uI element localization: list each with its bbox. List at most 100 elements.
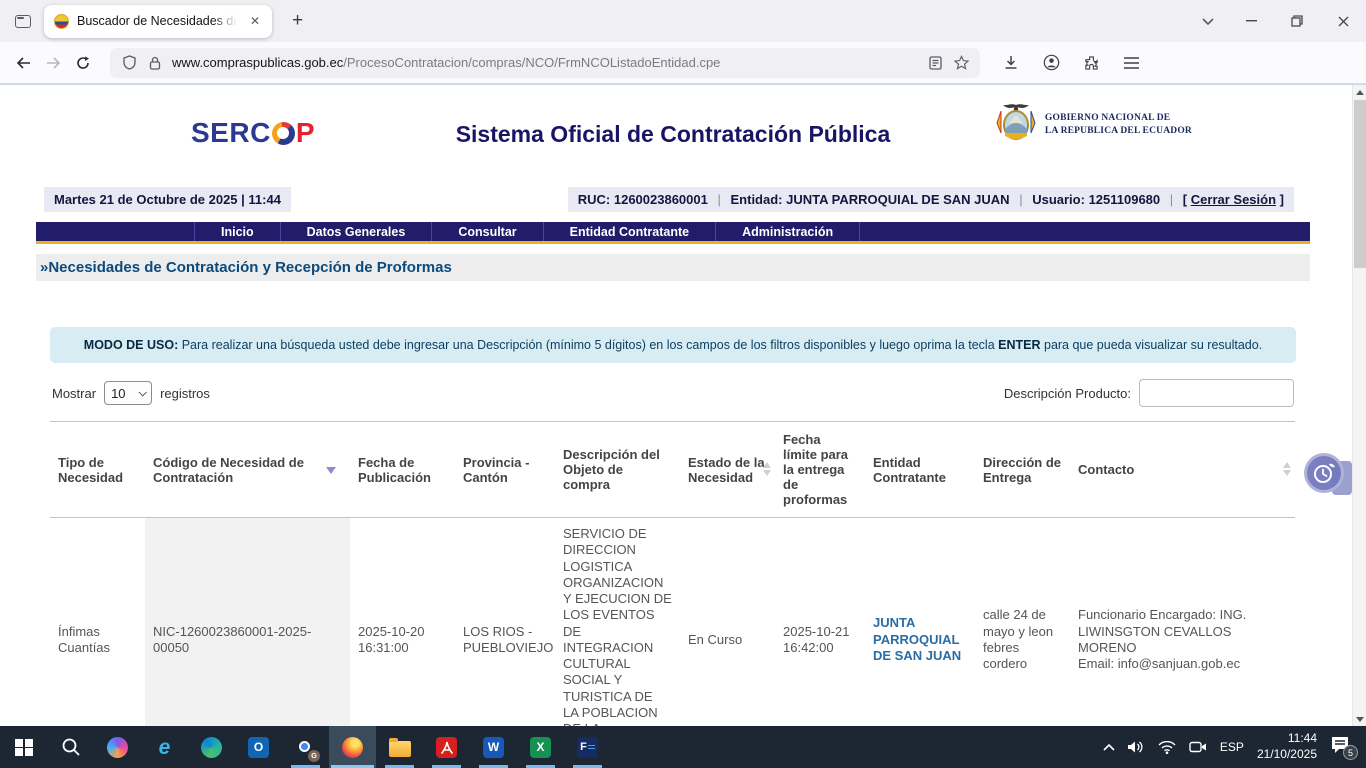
file-explorer-button[interactable] [376,726,423,768]
table-header-row: Tipo de Necesidad Código de Necesidad de… [50,421,1295,518]
copilot-button[interactable] [94,726,141,768]
search-button[interactable] [47,726,94,768]
firefox-view-icon[interactable] [8,6,38,36]
col-fecha-publicacion[interactable]: Fecha de Publicación [350,421,455,518]
notification-center-button[interactable]: 5 [1330,736,1358,760]
ruc-label: RUC: [577,192,611,207]
site-favicon [54,13,69,29]
notification-badge: 5 [1343,745,1358,760]
entity-link[interactable]: JUNTA PARROQUIAL DE SAN JUAN [873,615,961,663]
session-info-badge: RUC: 1260023860001 | Entidad: JUNTA PARR… [567,187,1294,212]
datetime-badge: Martes 21 de Octubre de 2025 | 11:44 [44,187,291,212]
sort-icon [1283,461,1291,476]
minimize-button[interactable] [1228,0,1274,42]
meet-now-icon[interactable] [1189,740,1207,754]
col-provincia-canton[interactable]: Provincia - Cantón [455,421,555,518]
back-button[interactable] [8,48,38,78]
url-text: www.compraspublicas.gob.ec/ProcesoContra… [172,55,922,70]
usuario-value: 1251109680 [1088,192,1161,207]
scroll-up-arrow[interactable] [1353,85,1366,99]
col-entidad-contratante[interactable]: Entidad Contratante [865,421,975,518]
chrome-profile-badge: G [308,749,320,762]
chevron-down-icon [138,388,148,397]
col-tipo-necesidad[interactable]: Tipo de Necesidad [50,421,145,518]
search-icon [62,738,80,756]
session-row: Martes 21 de Octubre de 2025 | 11:44 RUC… [44,187,1310,212]
col-codigo[interactable]: Código de Necesidad de Contratación [145,421,350,518]
firefox-button[interactable] [329,726,376,768]
new-tab-button[interactable]: + [284,10,311,32]
bookmark-star-icon[interactable] [948,55,974,70]
close-button[interactable] [1320,0,1366,42]
tray-clock[interactable]: 11:44 21/10/2025 [1257,731,1317,762]
wifi-icon[interactable] [1158,740,1176,754]
start-button[interactable] [0,726,47,768]
menu-item-entidad-contratante[interactable]: Entidad Contratante [544,222,717,241]
downloads-icon[interactable] [998,50,1024,76]
tab-title: Buscador de Necesidades de Co [77,14,237,28]
chrome-button[interactable]: G [282,726,329,768]
page-title-bar: »Necesidades de Contratación y Recepción… [36,254,1310,281]
sort-icon [763,461,771,476]
site-header: SER C P Sistema Oficial de Contratación Pú… [36,85,1310,185]
table-controls: Mostrar 10 registros Descripción Product… [52,379,1294,407]
government-logo: GOBIERNO NACIONAL DE LA REPUBLICA DEL EC… [995,103,1192,147]
needs-table: Tipo de Necesidad Código de Necesidad de… [50,421,1295,726]
browser-tab[interactable]: Buscador de Necesidades de Co ✕ [44,4,272,38]
cell-estado: En Curso [680,517,775,726]
col-fecha-limite[interactable]: Fecha límite para la entrega de proforma… [775,421,865,518]
excel-button[interactable]: X [517,726,564,768]
url-domain: www.compraspublicas.gob.ec [172,55,344,70]
scrollbar-thumb[interactable] [1354,100,1366,268]
cell-entidad: JUNTA PARROQUIAL DE SAN JUAN [865,517,975,726]
tab-close-icon[interactable]: ✕ [246,12,264,30]
government-name: GOBIERNO NACIONAL DE LA REPUBLICA DEL EC… [1044,113,1192,136]
f-app-button[interactable]: F [564,726,611,768]
menu-hamburger-icon[interactable] [1118,50,1144,76]
internet-explorer-button[interactable]: e [141,726,188,768]
col-direccion-entrega[interactable]: Dirección de Entrega [975,421,1070,518]
logout-link[interactable]: Cerrar Sesión [1191,192,1276,207]
menu-item-datos-generales[interactable]: Datos Generales [281,222,433,241]
account-icon[interactable] [1038,50,1064,76]
cell-contacto: Funcionario Encargado: ING. LIWINSGTON C… [1070,517,1295,726]
menu-item-consultar[interactable]: Consultar [432,222,544,241]
system-tray: ESP 11:44 21/10/2025 5 [1103,726,1366,768]
clock-icon [1314,463,1335,483]
window-controls [1188,0,1366,42]
ecuador-crest-icon [996,104,1036,140]
product-description-input[interactable] [1139,379,1294,407]
entidad-value: JUNTA PARROQUIAL DE SAN JUAN [786,192,1010,207]
vertical-scrollbar[interactable] [1352,85,1366,726]
menu-item-administracion[interactable]: Administración [716,222,861,241]
shield-icon[interactable] [116,55,142,70]
lock-icon[interactable] [142,56,168,70]
forward-button[interactable] [38,48,68,78]
url-bar[interactable]: www.compraspublicas.gob.ec/ProcesoContra… [110,47,980,78]
records-label: registros [160,385,210,401]
col-estado-necesidad[interactable]: Estado de la Necesidad [680,421,775,518]
cell-fecha-limite: 2025-10-21 16:42:00 [775,517,865,726]
acrobat-button[interactable] [423,726,470,768]
windows-taskbar: e O G W X F ESP 11:44 21/10/2025 5 [0,726,1366,768]
reader-mode-icon[interactable] [922,55,948,70]
volume-icon[interactable] [1127,740,1145,754]
outlook-button[interactable]: O [235,726,282,768]
list-tabs-chevron-icon[interactable] [1188,0,1228,42]
restore-button[interactable] [1274,0,1320,42]
col-descripcion-objeto[interactable]: Descripción del Objeto de compra [555,421,680,518]
tray-chevron-up-icon[interactable] [1103,743,1115,751]
scroll-down-arrow[interactable] [1353,712,1366,726]
page-size-select[interactable]: 10 [104,381,153,405]
reload-button[interactable] [68,48,98,78]
word-button[interactable]: W [470,726,517,768]
clock-overlay-widget[interactable] [1304,453,1344,493]
edge-button[interactable] [188,726,235,768]
firefox-icon [342,736,363,758]
language-indicator[interactable]: ESP [1220,740,1244,754]
col-contacto[interactable]: Contacto [1070,421,1295,518]
filter-label: Descripción Producto: [1003,385,1131,401]
menu-item-inicio[interactable]: Inicio [194,222,281,241]
extensions-puzzle-icon[interactable] [1078,50,1104,76]
page-content: SER C P Sistema Oficial de Contratación Pú… [0,84,1366,726]
